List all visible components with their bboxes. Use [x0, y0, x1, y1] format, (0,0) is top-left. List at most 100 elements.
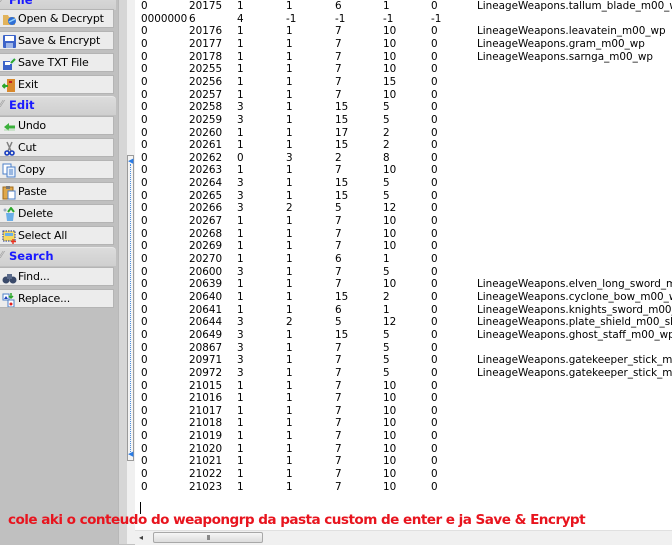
- value-cell: 7: [335, 430, 342, 443]
- value-cell: 1: [237, 126, 244, 139]
- value-cell: 7: [335, 215, 342, 228]
- value-cell: 0: [237, 151, 244, 164]
- value-cell: 20257: [189, 88, 223, 101]
- splitter-collapse-handle[interactable]: ◀ ◀: [127, 155, 134, 461]
- value-cell: 0: [431, 151, 438, 164]
- save-encrypt-button[interactable]: Save & Encrypt: [0, 31, 114, 50]
- value-cell: 8: [383, 151, 390, 164]
- value-cell: 5: [383, 265, 390, 278]
- button-label: Exit: [18, 78, 39, 91]
- button-label: Delete: [18, 207, 53, 220]
- undo-button[interactable]: Undo: [0, 116, 114, 135]
- collapse-arrow-icon: ◀: [128, 450, 134, 458]
- value-cell: 0: [141, 50, 148, 63]
- select-all-button[interactable]: Select All: [0, 226, 114, 245]
- replace-button[interactable]: Replace...: [0, 289, 114, 308]
- value-cell: 1: [286, 25, 293, 38]
- value-cell: 7: [335, 366, 342, 379]
- delete-button[interactable]: Delete: [0, 204, 114, 223]
- value-cell: 20971: [189, 354, 223, 367]
- value-cell: 15: [335, 113, 349, 126]
- button-label: Select All: [18, 229, 68, 242]
- delete-icon: [3, 207, 15, 221]
- value-cell: 15: [335, 328, 349, 341]
- value-cell: 20175: [189, 0, 223, 12]
- value-cell: 1: [286, 37, 293, 50]
- value-cell: 0: [431, 75, 438, 88]
- sidebar: ⁄⁄ File Open & Decrypt Save & Encrypt Sa…: [0, 0, 118, 544]
- value-cell: 20263: [189, 164, 223, 177]
- value-cell: 10: [383, 442, 397, 455]
- undo-arrow-icon: [4, 123, 15, 131]
- value-cell: 7: [335, 164, 342, 177]
- value-cell: 0: [141, 101, 148, 114]
- value-cell: 0: [431, 366, 438, 379]
- value-cell: 0: [141, 341, 148, 354]
- mesh-name-cell: LineageWeapons.ghost_staff_m00_wp: [477, 328, 672, 341]
- exit-button[interactable]: Exit: [0, 75, 114, 94]
- value-cell: 5: [383, 341, 390, 354]
- button-label: Copy: [18, 163, 46, 176]
- scroll-left-arrow-icon[interactable]: ◂: [139, 533, 143, 542]
- value-cell: 0: [141, 468, 148, 481]
- value-cell: 10: [383, 25, 397, 38]
- value-cell: 20267: [189, 215, 223, 228]
- open-decrypt-button[interactable]: Open & Decrypt: [0, 9, 114, 28]
- value-cell: 0: [431, 417, 438, 430]
- value-cell: 20177: [189, 37, 223, 50]
- cut-button[interactable]: Cut: [0, 138, 114, 157]
- find-button[interactable]: Find...: [0, 267, 114, 286]
- value-cell: 20264: [189, 177, 223, 190]
- value-cell: 10: [383, 468, 397, 481]
- value-cell: 1: [286, 88, 293, 101]
- save-txt-file-button[interactable]: Save TXT File: [0, 53, 114, 72]
- value-cell: 7: [335, 278, 342, 291]
- value-cell: 0: [141, 113, 148, 126]
- value-cell: 10: [383, 379, 397, 392]
- value-cell: 21023: [189, 480, 223, 493]
- value-cell: 1: [237, 139, 244, 152]
- value-cell: 0: [141, 215, 148, 228]
- group-header-edit[interactable]: ⁄⁄ Edit: [0, 96, 116, 115]
- value-cell: 7: [335, 442, 342, 455]
- value-cell: 0: [141, 177, 148, 190]
- horizontal-scrollbar[interactable]: ◂ III: [135, 530, 672, 545]
- scrollbar-thumb[interactable]: III: [153, 532, 263, 543]
- value-cell: 1: [237, 417, 244, 430]
- button-label: Replace...: [18, 292, 71, 305]
- value-cell: 3: [237, 189, 244, 202]
- paste-button[interactable]: Paste: [0, 182, 114, 201]
- value-cell: 21017: [189, 404, 223, 417]
- value-cell: 7: [335, 455, 342, 468]
- value-cell: 0: [431, 202, 438, 215]
- value-cell: 7: [335, 75, 342, 88]
- value-cell: 5: [335, 316, 342, 329]
- value-cell: 1: [237, 37, 244, 50]
- value-cell: 3: [237, 366, 244, 379]
- copy-button[interactable]: Copy: [0, 160, 114, 179]
- value-cell: 12: [383, 316, 397, 329]
- save-txt-icon: [3, 58, 16, 70]
- value-cell: 20178: [189, 50, 223, 63]
- value-cell: 5: [383, 189, 390, 202]
- value-cell: 0: [431, 480, 438, 493]
- value-cell: 12: [383, 202, 397, 215]
- value-cell: 0: [141, 265, 148, 278]
- value-cell: 7: [335, 63, 342, 76]
- value-cell: 20259: [189, 113, 223, 126]
- thumb-grip-icon: III: [206, 534, 210, 542]
- value-cell: 0: [141, 253, 148, 265]
- button-label: Paste: [18, 185, 47, 198]
- value-cell: 0: [431, 227, 438, 240]
- value-cell: 1: [286, 101, 293, 114]
- group-header-search[interactable]: ⁄⁄ Search: [0, 247, 116, 266]
- value-cell: 0: [431, 265, 438, 278]
- value-cell: 20972: [189, 366, 223, 379]
- value-cell: 1: [237, 379, 244, 392]
- value-cell: 15: [335, 290, 349, 303]
- value-cell: 0: [141, 379, 148, 392]
- value-cell: 2: [335, 151, 342, 164]
- text-editor[interactable]: 0 20175 1 1 6 1 0 LineageWeapons.tallum_blade_m…: [135, 0, 672, 530]
- floppy-disk-icon: [3, 35, 16, 48]
- exit-door-icon: [2, 79, 15, 92]
